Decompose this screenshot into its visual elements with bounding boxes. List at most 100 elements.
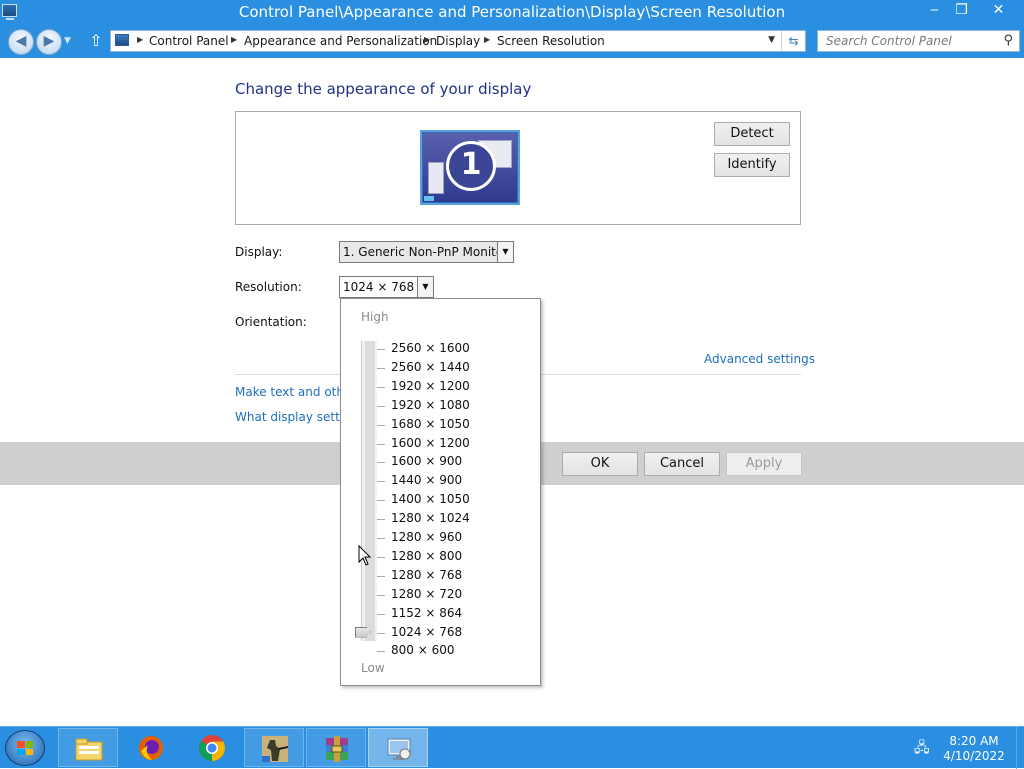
search-placeholder: Search Control Panel xyxy=(826,34,952,48)
slider-tick xyxy=(377,556,385,558)
slider-tick xyxy=(377,632,385,634)
taskbar-firefox[interactable] xyxy=(121,728,181,767)
forward-arrow-icon: ▶ xyxy=(43,33,55,49)
taskbar-counter-strike[interactable] xyxy=(244,728,304,767)
slider-tick xyxy=(377,538,385,539)
breadcrumb-display[interactable]: Display xyxy=(436,34,480,48)
resolution-option[interactable]: 2560 × 1600 xyxy=(391,341,470,355)
breadcrumb-separator-icon[interactable]: ▶ xyxy=(424,35,430,44)
low-label: Low xyxy=(361,661,385,675)
taskbar-chrome[interactable] xyxy=(182,728,242,767)
file-explorer-icon xyxy=(75,738,103,761)
resolution-option[interactable]: 1600 × 1200 xyxy=(391,436,470,450)
slider-tick xyxy=(377,481,385,483)
apply-button[interactable]: Apply xyxy=(726,452,802,476)
window-title: Control Panel\Appearance and Personaliza… xyxy=(238,3,786,21)
display-select-value: 1. Generic Non-PnP Monitor xyxy=(343,245,509,259)
resolution-option[interactable]: 1024 × 768 xyxy=(391,625,462,639)
window-thumbnail-icon xyxy=(428,162,444,194)
back-button[interactable]: ◀ xyxy=(8,29,34,55)
slider-tick xyxy=(377,462,385,464)
breadcrumb-separator-icon[interactable]: ▶ xyxy=(231,35,237,44)
resolution-option[interactable]: 1280 × 800 xyxy=(391,549,462,563)
network-icon[interactable]: 🖧 xyxy=(914,737,932,756)
restore-button[interactable]: ❐ xyxy=(945,0,978,22)
resolution-option[interactable]: 1920 × 1080 xyxy=(391,398,470,412)
refresh-icon[interactable]: ⇆ xyxy=(781,31,805,51)
breadcrumb-separator-icon[interactable]: ▶ xyxy=(484,35,490,44)
taskbar: 🖧 8:20 AM 4/10/2022 xyxy=(0,726,1024,769)
chevron-down-icon[interactable]: ▼ xyxy=(417,277,433,297)
slider-tick xyxy=(377,405,385,407)
slider-tick xyxy=(377,519,385,521)
taskbar-file-explorer[interactable] xyxy=(58,728,118,767)
clock-time: 8:20 AM xyxy=(949,734,999,748)
resolution-slider-fill xyxy=(365,341,375,641)
control-panel-icon xyxy=(115,34,129,46)
display-select[interactable]: 1. Generic Non-PnP Monitor ▼ xyxy=(339,241,514,263)
detect-button[interactable]: Detect xyxy=(714,122,790,146)
advanced-settings-link[interactable]: Advanced settings xyxy=(704,352,815,366)
close-button[interactable]: ✕ xyxy=(982,0,1015,22)
clock-date: 4/10/2022 xyxy=(943,749,1005,763)
search-icon[interactable]: ⚲ xyxy=(1003,33,1013,48)
slider-tick xyxy=(377,651,385,653)
breadcrumb-appearance[interactable]: Appearance and Personalization xyxy=(244,34,437,48)
breadcrumb-screen-resolution[interactable]: Screen Resolution xyxy=(497,34,605,48)
resolution-option[interactable]: 1152 × 864 xyxy=(391,606,462,620)
resolution-option[interactable]: 1440 × 900 xyxy=(391,473,462,487)
resolution-select[interactable]: 1024 × 768 ▼ xyxy=(339,276,434,298)
resolution-option[interactable]: 1280 × 960 xyxy=(391,530,462,544)
system-clock[interactable]: 8:20 AM 4/10/2022 xyxy=(940,734,1008,764)
slider-tick xyxy=(377,349,385,350)
address-bar[interactable]: ▶ Control Panel ▶ Appearance and Persona… xyxy=(110,30,806,52)
orientation-label: Orientation: xyxy=(235,315,307,329)
title-bar[interactable]: Control Panel\Appearance and Personaliza… xyxy=(0,0,1024,25)
resolution-option[interactable]: 2560 × 1440 xyxy=(391,360,470,374)
taskbar-control-panel[interactable] xyxy=(368,728,428,767)
winrar-icon xyxy=(326,736,348,762)
recent-pages-dropdown-icon[interactable]: ▼ xyxy=(64,36,71,46)
breadcrumb-control-panel[interactable]: Control Panel xyxy=(149,34,229,48)
navigation-bar: ◀ ▶ ▼ ⇧ ▶ Control Panel ▶ Appearance and… xyxy=(0,25,1024,58)
high-label: High xyxy=(361,310,389,324)
chrome-icon xyxy=(199,735,225,761)
display-label: Display: xyxy=(235,245,283,259)
slider-tick xyxy=(377,575,385,577)
cancel-button[interactable]: Cancel xyxy=(644,452,720,476)
windows-logo-icon xyxy=(17,741,33,755)
chevron-down-icon[interactable]: ▼ xyxy=(497,242,513,262)
identify-button[interactable]: Identify xyxy=(714,153,790,177)
ok-button[interactable]: OK xyxy=(562,452,638,476)
resolution-option[interactable]: 1280 × 1024 xyxy=(391,511,470,525)
resolution-option[interactable]: 1280 × 768 xyxy=(391,568,462,582)
search-box[interactable]: Search Control Panel ⚲ xyxy=(817,30,1020,52)
slider-tick xyxy=(377,500,385,502)
resolution-option[interactable]: 1280 × 720 xyxy=(391,587,462,601)
up-arrow-icon[interactable]: ⇧ xyxy=(86,31,106,51)
text-size-link[interactable]: Make text and other xyxy=(235,385,356,399)
resolution-option[interactable]: 1680 × 1050 xyxy=(391,417,470,431)
slider-tick xyxy=(377,424,385,426)
counter-strike-icon xyxy=(262,736,288,762)
page-heading: Change the appearance of your display xyxy=(235,80,532,98)
resolution-select-value: 1024 × 768 xyxy=(343,280,415,294)
resolution-option[interactable]: 800 × 600 xyxy=(391,643,455,657)
slider-tick xyxy=(377,367,385,369)
resolution-option[interactable]: 1400 × 1050 xyxy=(391,492,470,506)
resolution-dropdown[interactable]: High Low 2560 × 1600 2560 × 1440 1920 × 12… xyxy=(340,298,541,686)
show-desktop-button[interactable] xyxy=(1016,727,1024,769)
mouse-cursor-icon xyxy=(358,545,372,566)
address-history-dropdown-icon[interactable]: ▼ xyxy=(768,35,775,45)
resolution-option[interactable]: 1600 × 900 xyxy=(391,454,462,468)
taskbar-winrar[interactable] xyxy=(306,728,366,767)
screen-resolution-window: Control Panel\Appearance and Personaliza… xyxy=(0,0,1024,726)
resolution-option[interactable]: 1920 × 1200 xyxy=(391,379,470,393)
monitor-1-icon[interactable]: 1 xyxy=(420,130,520,205)
taskbar-thumbnail xyxy=(424,196,434,201)
breadcrumb-separator-icon[interactable]: ▶ xyxy=(137,35,143,44)
back-arrow-icon: ◀ xyxy=(15,33,27,49)
start-button[interactable] xyxy=(5,730,45,766)
forward-button[interactable]: ▶ xyxy=(36,29,62,55)
monitor-number: 1 xyxy=(446,141,496,191)
